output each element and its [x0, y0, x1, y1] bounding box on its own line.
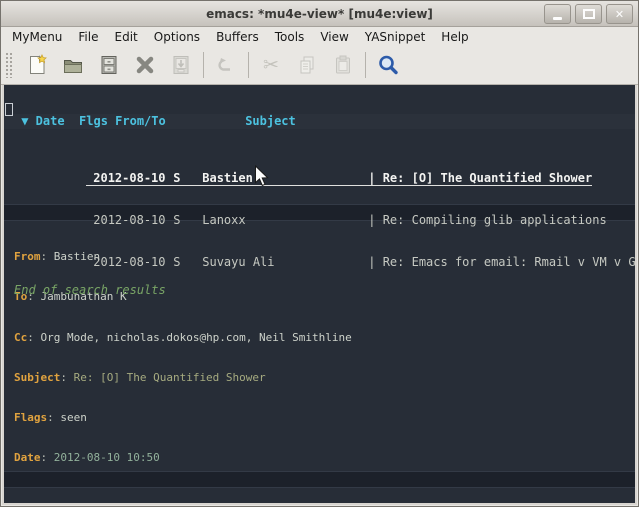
new-file-icon [25, 53, 49, 77]
row-thread-separator: | [368, 171, 382, 185]
search-button[interactable] [370, 49, 406, 81]
row-subject: Re: [O] The Quantified Shower [383, 171, 593, 185]
close-icon: ✕ [615, 9, 624, 20]
end-of-search-results: End of search results [14, 283, 635, 297]
minibuffer[interactable] [4, 488, 635, 502]
row-thread-separator: | [368, 213, 382, 227]
row-from: Bastien [202, 171, 368, 185]
row-flags: S [173, 171, 202, 185]
close-button[interactable]: ✕ [606, 4, 633, 24]
field-value-date: 2012-08-10 10:50 [54, 451, 160, 464]
row-from: Suvayu Ali [202, 255, 368, 269]
modeline-view: *mu4e-view* ( 1, 0) [All/372] [mu4e:view… [4, 471, 635, 488]
open-button[interactable] [55, 49, 91, 81]
search-icon [376, 53, 400, 77]
maximize-icon [583, 9, 595, 19]
new-file-button[interactable] [19, 49, 55, 81]
paste-button [325, 49, 361, 81]
row-from: Lanoxx [202, 213, 368, 227]
menu-edit[interactable]: Edit [107, 29, 146, 45]
menu-options[interactable]: Options [146, 29, 208, 45]
table-row[interactable]: 2012-08-10 S Lanoxx | Re: Compiling glib… [14, 199, 635, 213]
table-row[interactable]: 2012-08-10 S Bastien | Re: [O] The Quant… [14, 157, 635, 171]
mu4e-headers-buffer[interactable]: ▼ Date Flgs From/To Subject 2012-08-10 S… [4, 85, 635, 204]
cut-scissors-icon: ✂ [263, 54, 279, 76]
field-key-flags: Flags [14, 411, 47, 424]
field-value-flags: seen [60, 411, 87, 424]
menu-tools[interactable]: Tools [267, 29, 313, 45]
save-button[interactable] [91, 49, 127, 81]
cut-button: ✂ [253, 49, 289, 81]
maximize-button[interactable] [575, 4, 602, 24]
copy-icon [295, 53, 319, 77]
toolbar-separator [248, 52, 249, 78]
toolbar-separator [365, 52, 366, 78]
window-title: emacs: *mu4e-view* [mu4e:view] [206, 7, 433, 21]
field-colon: : [41, 451, 54, 464]
undo-icon [214, 53, 238, 77]
menu-yasnippet[interactable]: YASnippet [357, 29, 434, 45]
field-colon: : [47, 411, 60, 424]
row-flags: S [173, 255, 202, 269]
menu-help[interactable]: Help [433, 29, 476, 45]
frame-content: ▼ Date Flgs From/To Subject 2012-08-10 S… [4, 85, 635, 503]
menu-view[interactable]: View [312, 29, 356, 45]
row-flags: S [173, 213, 202, 227]
window-controls: ✕ [544, 4, 633, 24]
row-subject: Re: Compiling glib applications [383, 213, 607, 227]
toolbar-drag-handle[interactable] [5, 52, 14, 78]
menu-file[interactable]: File [70, 29, 106, 45]
title-bar[interactable]: emacs: *mu4e-view* [mu4e:view] ✕ [1, 1, 638, 27]
copy-button [289, 49, 325, 81]
fringe-cursor-indicator [5, 103, 13, 116]
close-x-icon [133, 53, 157, 77]
field-value-subject: Re: [O] The Quantified Shower [74, 371, 266, 384]
row-date: 2012-08-10 [86, 255, 173, 269]
save-icon [97, 53, 121, 77]
minimize-icon [553, 17, 562, 20]
table-row[interactable]: 2012-08-10 S Suvayu Ali | Re: Emacs for … [14, 241, 635, 255]
menu-buffers[interactable]: Buffers [208, 29, 267, 45]
open-folder-icon [61, 53, 85, 77]
menu-mymenu[interactable]: MyMenu [4, 29, 70, 45]
paste-clipboard-icon [331, 53, 355, 77]
close-buffer-button[interactable] [127, 49, 163, 81]
row-date: 2012-08-10 [86, 171, 173, 185]
save-as-button [163, 49, 199, 81]
headers-column-header[interactable]: ▼ Date Flgs From/To Subject [4, 114, 635, 129]
tool-bar: ✂ [1, 46, 638, 85]
emacs-window: emacs: *mu4e-view* [mu4e:view] ✕ MyMenu … [0, 0, 639, 507]
undo-button [208, 49, 244, 81]
minimize-button[interactable] [544, 4, 571, 24]
row-subject: Re: Emacs for email: Rmail v VM v Gnus [383, 255, 635, 269]
field-colon: : [60, 371, 73, 384]
row-date: 2012-08-10 [86, 213, 173, 227]
save-as-icon [169, 53, 193, 77]
row-thread-separator: | [368, 255, 382, 269]
emacs-frame: ▼ Date Flgs From/To Subject 2012-08-10 S… [2, 85, 637, 505]
toolbar-separator [203, 52, 204, 78]
menu-bar: MyMenu File Edit Options Buffers Tools V… [1, 27, 638, 46]
field-key-subject: Subject [14, 371, 60, 384]
field-key-date: Date [14, 451, 41, 464]
